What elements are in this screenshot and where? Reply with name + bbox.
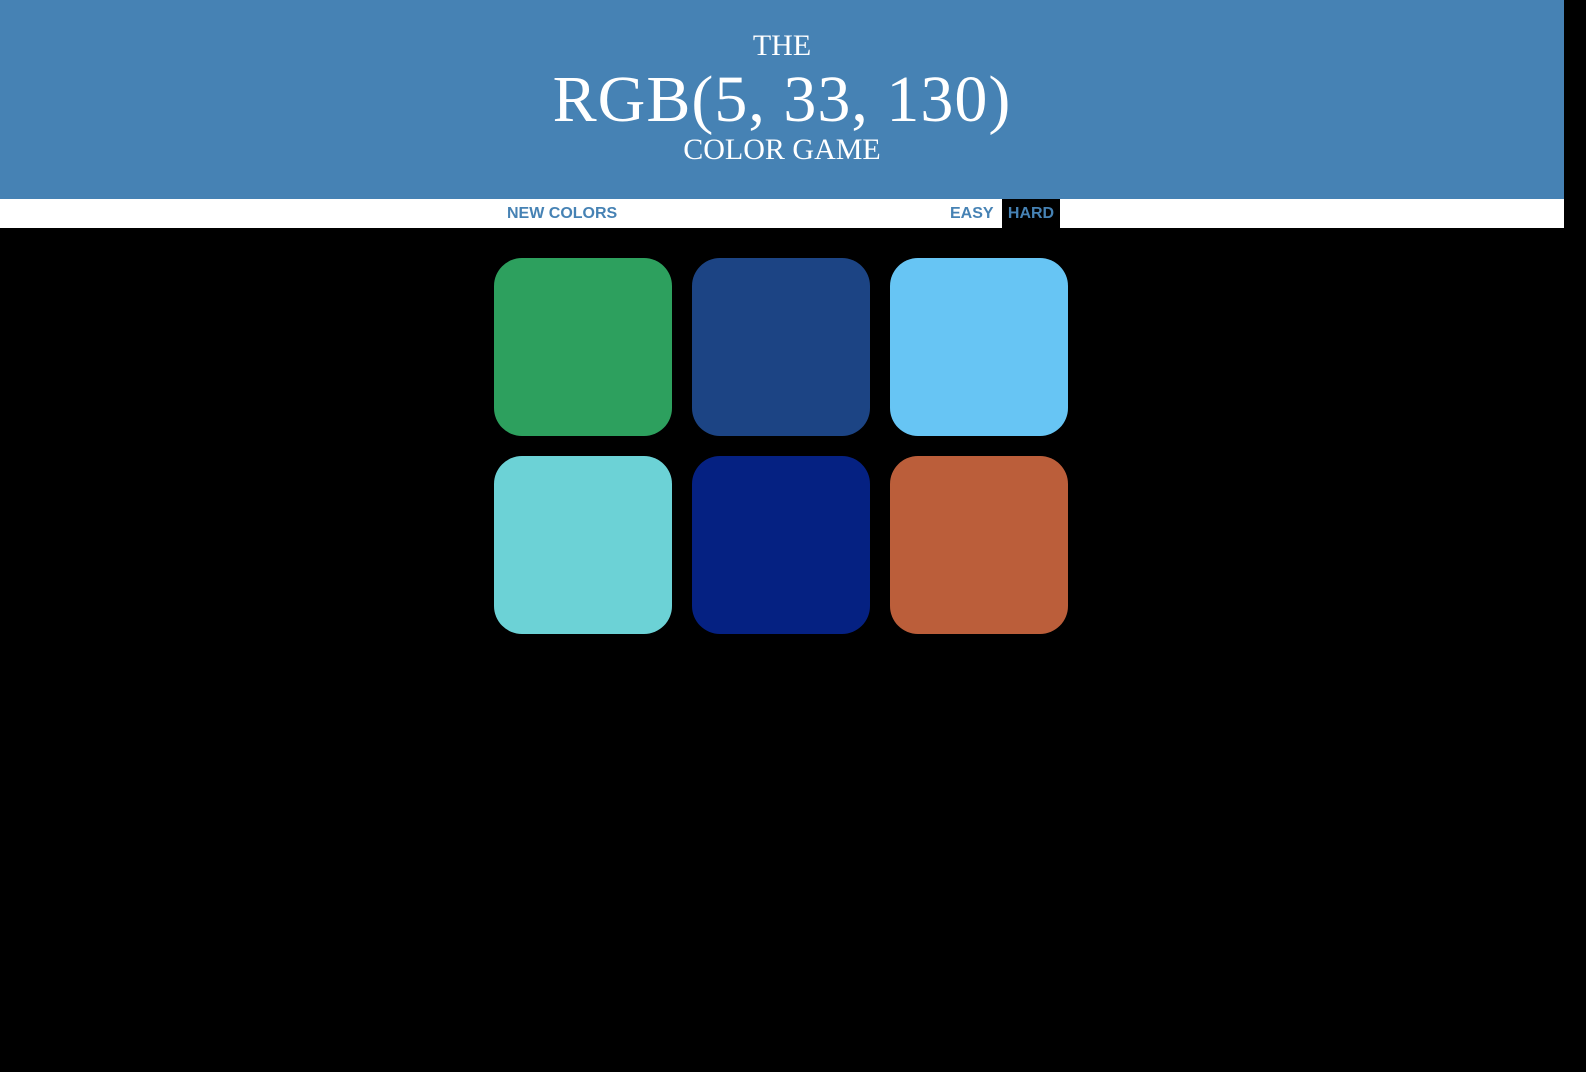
controls-bar: NEW COLORS EASY HARD bbox=[0, 199, 1564, 228]
color-square-4[interactable] bbox=[494, 456, 672, 634]
header-title-suffix: COLOR GAME bbox=[683, 133, 881, 166]
right-edge-gap bbox=[1564, 0, 1586, 1072]
color-squares-grid bbox=[494, 258, 1068, 634]
color-square-6[interactable] bbox=[890, 456, 1068, 634]
new-colors-button[interactable]: NEW COLORS bbox=[501, 199, 624, 228]
easy-mode-button[interactable]: EASY bbox=[944, 199, 1000, 228]
game-header: THE RGB(5, 33, 130) COLOR GAME bbox=[0, 0, 1564, 199]
color-square-1[interactable] bbox=[494, 258, 672, 436]
header-title-prefix: THE bbox=[752, 29, 812, 62]
color-square-5[interactable] bbox=[692, 456, 870, 634]
hard-mode-button[interactable]: HARD bbox=[1002, 199, 1060, 228]
color-square-3[interactable] bbox=[890, 258, 1068, 436]
color-square-2[interactable] bbox=[692, 258, 870, 436]
target-color-display: RGB(5, 33, 130) bbox=[552, 63, 1012, 136]
